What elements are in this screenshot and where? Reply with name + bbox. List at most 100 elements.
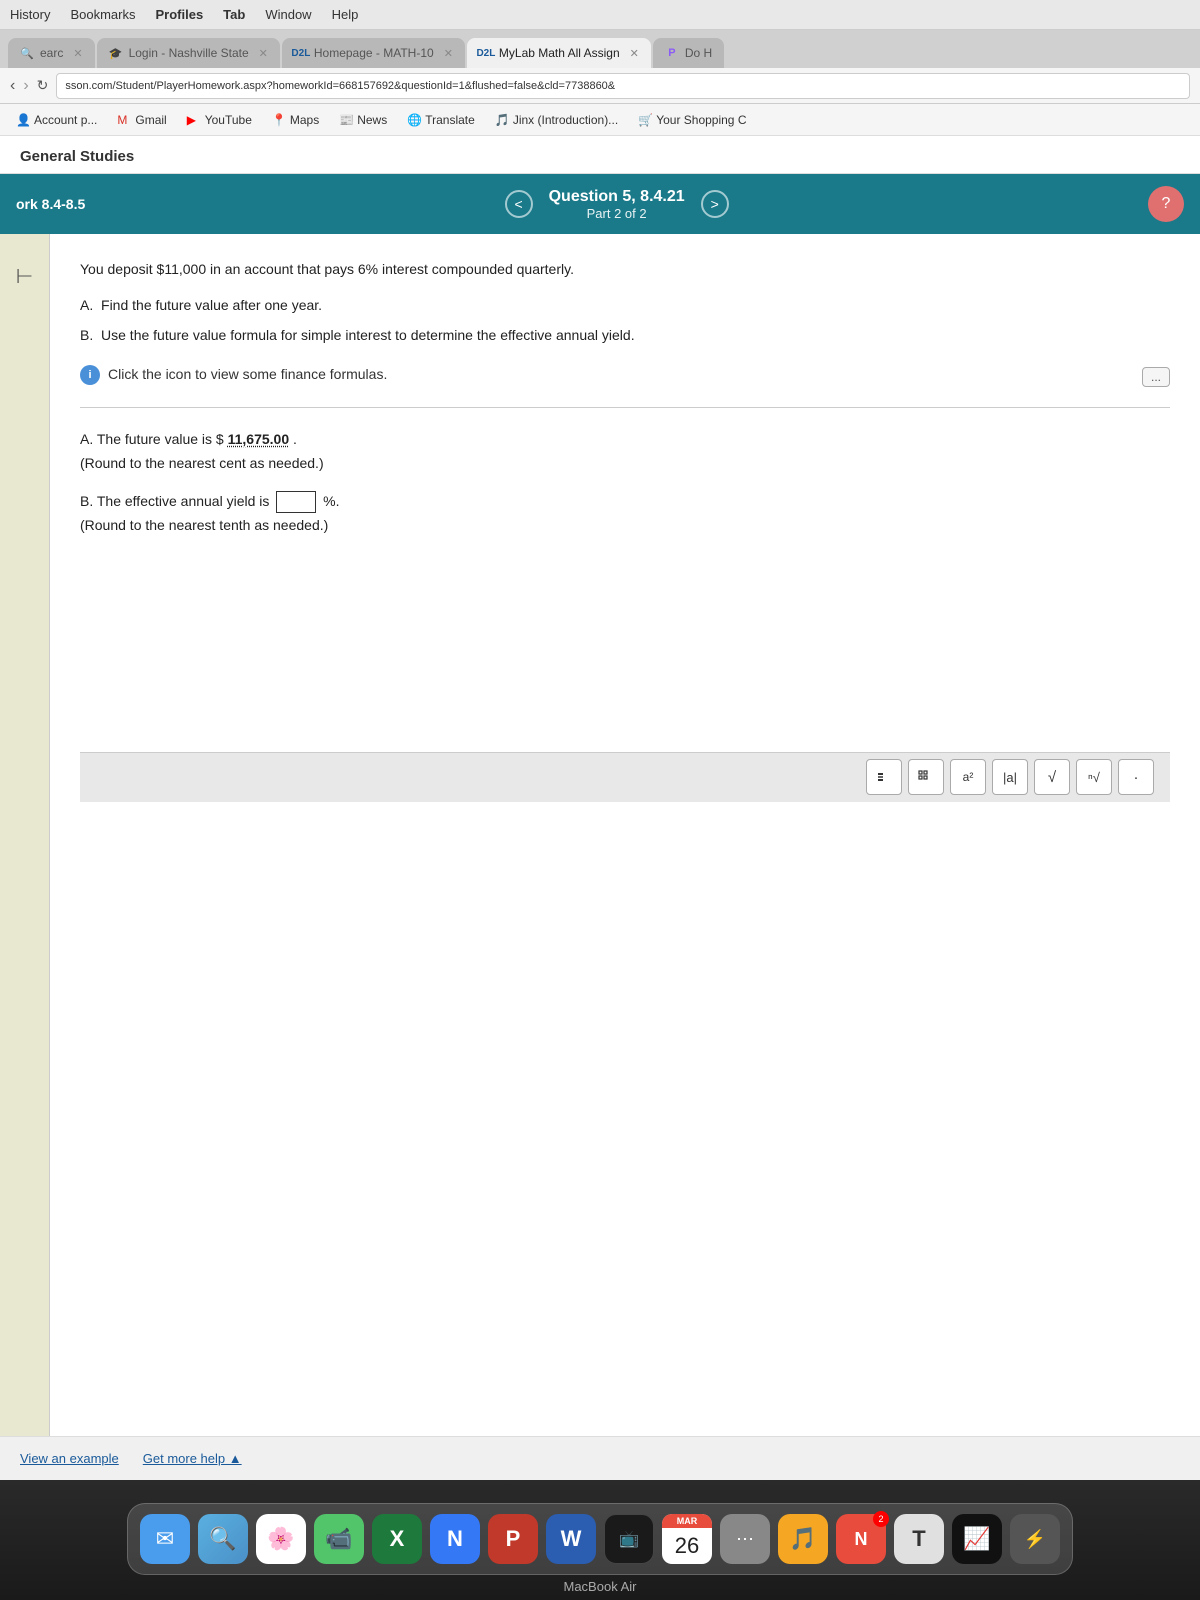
section-title: General Studies [20, 148, 134, 165]
dock-calendar[interactable]: MAR 26 [662, 1514, 712, 1564]
dock-stocks[interactable]: 📈 [952, 1514, 1002, 1564]
tab-login-close[interactable]: ✕ [259, 47, 268, 60]
answer-a-prefix: A. The future value is $ [80, 431, 224, 447]
math-btn-absolute[interactable]: |a| [992, 759, 1028, 795]
dock-music[interactable]: 🎵 [778, 1514, 828, 1564]
dock-finder[interactable]: 🔍 [198, 1514, 248, 1564]
bookmark-youtube[interactable]: ▶ YouTube [179, 110, 260, 130]
bookmarks-bar: 👤 Account p... M Gmail ▶ YouTube 📍 Maps … [0, 104, 1200, 136]
bookmark-account[interactable]: 👤 Account p... [8, 110, 105, 130]
gmail-icon: M [117, 113, 131, 127]
answer-b-suffix: %. [323, 493, 339, 509]
menu-tab[interactable]: Tab [223, 7, 245, 22]
divider [80, 407, 1170, 408]
refresh-button[interactable]: ↻ [37, 77, 49, 94]
math-btn-superscript[interactable]: a² [950, 759, 986, 795]
tab-mylab-close[interactable]: ✕ [630, 47, 639, 60]
forward-button[interactable]: › [23, 77, 28, 95]
tab-login[interactable]: 🎓 Login - Nashville State ✕ [97, 38, 280, 68]
answer-part-a: A. The future value is $ 11,675.00 . (Ro… [80, 428, 1170, 476]
dock-news[interactable]: N 2 [836, 1514, 886, 1564]
tab-doh-label: Do H [685, 46, 712, 60]
dock-notes[interactable]: N [430, 1514, 480, 1564]
tab-doh[interactable]: P Do H [653, 38, 724, 68]
dock-area: ✉ 🔍 🌸 📹 X N P W 📺 MAR 26 [0, 1480, 1200, 1600]
macbook-label: MacBook Air [564, 1579, 637, 1594]
bookmark-gmail[interactable]: M Gmail [109, 110, 174, 130]
url-bar[interactable]: sson.com/Student/PlayerHomework.aspx?hom… [56, 73, 1190, 99]
other-icon: ⚡ [1024, 1529, 1046, 1550]
part-b-text: Use the future value formula for simple … [101, 327, 635, 343]
word-icon: W [561, 1526, 582, 1552]
info-box: i Click the icon to view some finance fo… [80, 363, 1170, 387]
help-button[interactable]: ? [1148, 186, 1184, 222]
tab-homepage-label: Homepage - MATH-10 [314, 46, 434, 60]
dock-powerpoint[interactable]: P [488, 1514, 538, 1564]
expand-button[interactable]: ... [1142, 367, 1170, 387]
left-panel: ⊢ [0, 234, 50, 1436]
stocks-icon: 📈 [963, 1526, 990, 1552]
dock-excel[interactable]: X [372, 1514, 422, 1564]
dock-other[interactable]: ⚡ [1010, 1514, 1060, 1564]
menu-help[interactable]: Help [332, 7, 359, 22]
bookmark-news[interactable]: 📰 News [331, 110, 395, 130]
dock-texteditor[interactable]: T [894, 1514, 944, 1564]
shopping-icon: 🛒 [638, 113, 652, 127]
sqrt-icon: √ [1048, 769, 1056, 786]
bookmark-maps[interactable]: 📍 Maps [264, 110, 327, 130]
math-btn-dot[interactable]: · [1118, 759, 1154, 795]
math-btn-fraction[interactable] [866, 759, 902, 795]
math-btn-sqrt[interactable]: √ [1034, 759, 1070, 795]
login-favicon: 🎓 [109, 46, 123, 60]
bookmark-translate[interactable]: 🌐 Translate [399, 110, 483, 130]
bookmark-jinx[interactable]: 🎵 Jinx (Introduction)... [487, 110, 626, 130]
dock-appletv[interactable]: 📺 [604, 1514, 654, 1564]
menu-bar: History Bookmarks Profiles Tab Window He… [0, 0, 1200, 30]
dock-news-icon: N [855, 1529, 868, 1550]
bookmark-jinx-label: Jinx (Introduction)... [513, 113, 618, 127]
back-to-list-icon[interactable]: ⊢ [16, 264, 33, 289]
menu-bookmarks[interactable]: Bookmarks [70, 7, 135, 22]
answer-section: A. The future value is $ 11,675.00 . (Ro… [80, 428, 1170, 537]
tab-mylab[interactable]: D2L MyLab Math All Assign ✕ [467, 38, 651, 68]
dock-facetime[interactable]: 📹 [314, 1514, 364, 1564]
finder-icon: 🔍 [209, 1526, 236, 1552]
tab-login-label: Login - Nashville State [129, 46, 249, 60]
prev-question-button[interactable]: < [505, 190, 533, 218]
browser-window: History Bookmarks Profiles Tab Window He… [0, 0, 1200, 1480]
help-icon: ? [1162, 195, 1171, 213]
music-icon: 🎵 [789, 1526, 816, 1552]
bookmark-maps-label: Maps [290, 113, 319, 127]
question-title-sub: Part 2 of 2 [549, 206, 685, 221]
answer-b-prefix: B. The effective annual yield is [80, 493, 269, 509]
info-icon[interactable]: i [80, 365, 100, 385]
dock-word[interactable]: W [546, 1514, 596, 1564]
dock-photos[interactable]: 🌸 [256, 1514, 306, 1564]
mylab-favicon: D2L [479, 46, 493, 60]
homework-label: ork 8.4-8.5 [16, 196, 85, 212]
next-question-button[interactable]: > [701, 190, 729, 218]
tab-search-close[interactable]: ✕ [73, 47, 82, 60]
tab-homepage-close[interactable]: ✕ [444, 47, 453, 60]
math-btn-nroot[interactable]: ⁿ√ [1076, 759, 1112, 795]
tab-homepage[interactable]: D2L Homepage - MATH-10 ✕ [282, 38, 465, 68]
question-title-main: Question 5, 8.4.21 [549, 188, 685, 206]
dock-mail[interactable]: ✉ [140, 1514, 190, 1564]
get-more-help-link[interactable]: Get more help ▲ [143, 1451, 242, 1466]
tab-search[interactable]: 🔍 earc ✕ [8, 38, 95, 68]
back-button[interactable]: ‹ [10, 77, 15, 95]
bookmark-shopping[interactable]: 🛒 Your Shopping C [630, 110, 754, 130]
homepage-favicon: D2L [294, 46, 308, 60]
part-b-label: B. [80, 327, 93, 343]
translate-icon: 🌐 [407, 113, 421, 127]
menu-history[interactable]: History [10, 7, 50, 22]
dock-launchpad[interactable]: ⋯ [720, 1514, 770, 1564]
menu-profiles[interactable]: Profiles [155, 7, 203, 22]
menu-window[interactable]: Window [265, 7, 311, 22]
answer-b-input[interactable] [276, 491, 316, 513]
part-a-text: Find the future value after one year. [101, 297, 322, 313]
view-example-link[interactable]: View an example [20, 1451, 119, 1466]
question-body: You deposit $11,000 in an account that p… [50, 234, 1200, 1436]
math-btn-matrix[interactable] [908, 759, 944, 795]
page-content: General Studies ork 8.4-8.5 < Question 5… [0, 136, 1200, 1480]
